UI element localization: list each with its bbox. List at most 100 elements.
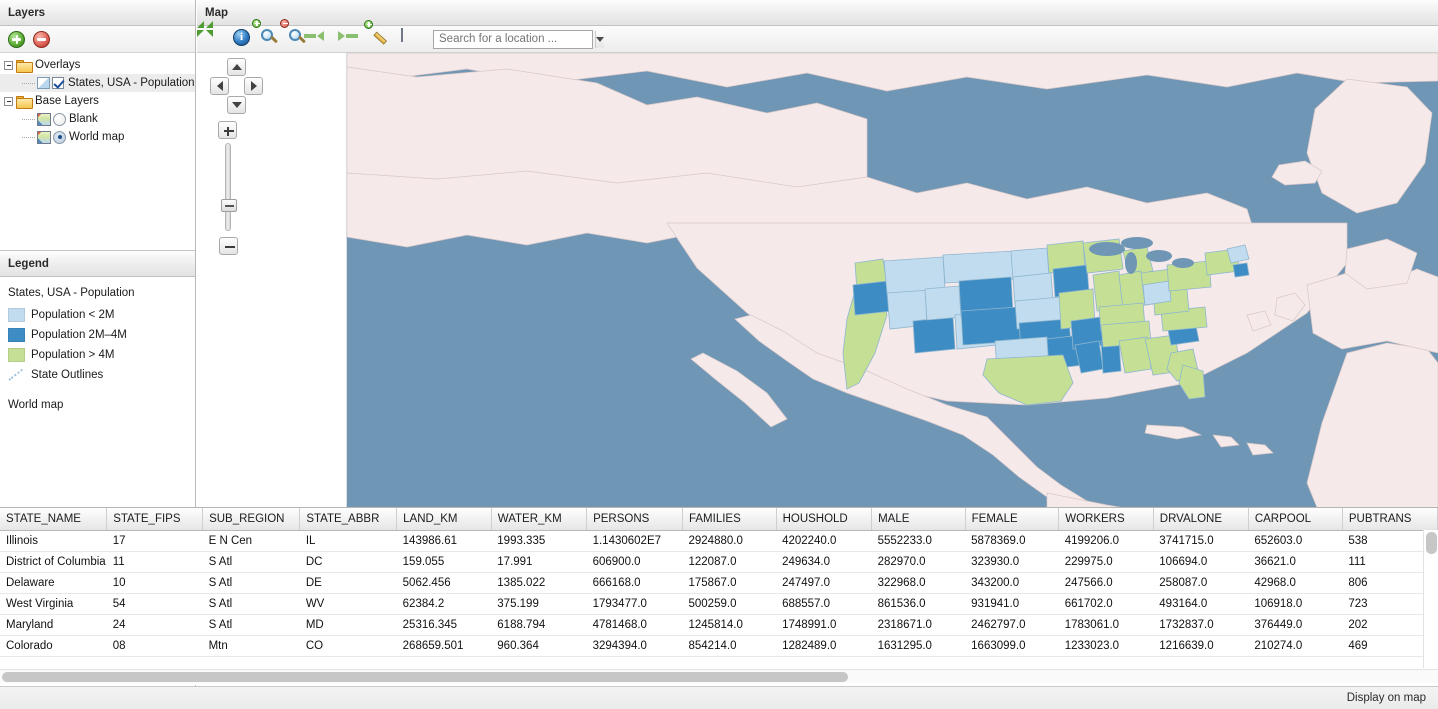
tree-node-base-layers[interactable]: Base Layers [0,92,195,110]
tree-node-label: World map [68,131,124,143]
legend-swatch-icon [8,308,25,322]
table-vertical-scrollbar[interactable] [1423,530,1438,668]
attribute-table[interactable]: STATE_NAME STATE_FIPS SUB_REGION STATE_A… [0,508,1438,657]
tree-node-blank[interactable]: Blank [0,110,195,128]
table-row[interactable]: West Virginia54S AtlWV62384.2375.1991793… [0,593,1438,614]
zoom-slider-track[interactable] [225,143,231,231]
table-horizontal-scrollbar[interactable] [0,669,1438,683]
tree-connector-icon [22,83,35,84]
zoom-in-button[interactable] [218,121,237,139]
pan-control[interactable] [210,58,264,112]
column-header-water-km[interactable]: WATER_KM [491,508,586,530]
table-cell: Mtn [203,635,300,656]
tree-node-overlays[interactable]: Overlays [0,56,195,74]
map-panel-title: Map [197,0,1438,26]
table-row[interactable]: Colorado08MtnCO268659.501960.3643294394.… [0,635,1438,656]
legend-basemap-label: World map [8,399,195,411]
tree-node-label: Overlays [34,59,80,71]
tree-node-world-map[interactable]: World map [0,128,195,146]
pan-down-button[interactable] [227,96,246,114]
table-cell: 08 [107,635,203,656]
table-cell: 688557.0 [776,593,872,614]
map-canvas[interactable] [347,53,1438,532]
display-on-map-label[interactable]: Display on map [1347,692,1426,704]
pan-left-button[interactable] [210,77,229,95]
basemap-radio-world-map[interactable] [53,131,66,144]
tree-node-states-usa-population[interactable]: States, USA - Population [0,74,195,92]
pan-up-button[interactable] [227,58,246,76]
table-body[interactable]: Illinois17E N CenIL143986.611993.3351.14… [0,530,1438,656]
column-header-houshold[interactable]: HOUSHOLD [776,508,872,530]
legend-item-pop-low: Population < 2M [8,305,195,325]
search-input[interactable] [434,31,595,48]
table-cell: 25316.345 [397,614,492,635]
table-cell: 210274.0 [1248,635,1342,656]
column-header-state-fips[interactable]: STATE_FIPS [107,508,203,530]
table-cell: 106694.0 [1153,551,1248,572]
location-search-combo[interactable] [433,30,593,49]
table-cell: 3741715.0 [1153,530,1248,551]
column-header-persons[interactable]: PERSONS [587,508,683,530]
table-cell: 5062.456 [397,572,492,593]
remove-layer-icon[interactable] [33,31,50,48]
state-arizona [913,317,955,353]
pan-right-button[interactable] [244,77,263,95]
table-vertical-scrollbar-thumb[interactable] [1426,532,1437,554]
chevron-down-icon[interactable] [595,31,604,48]
table-cell: 376449.0 [1248,614,1342,635]
map-panel: Map i [197,0,1438,506]
column-header-sub-region[interactable]: SUB_REGION [203,508,300,530]
map-layer-icon[interactable] [401,29,423,50]
column-header-state-abbr[interactable]: STATE_ABBR [300,508,397,530]
zoom-in-icon[interactable] [261,29,283,50]
add-layer-icon[interactable] [8,31,25,48]
map-side-strip [197,53,347,532]
table-row[interactable]: District of Columbia11S AtlDC159.05517.9… [0,551,1438,572]
collapse-icon[interactable] [4,61,13,70]
table-cell: Colorado [0,635,107,656]
zoom-slider[interactable] [218,121,240,256]
column-header-land-km[interactable]: LAND_KM [397,508,492,530]
column-header-families[interactable]: FAMILIES [683,508,777,530]
zoom-out-icon[interactable] [289,29,311,50]
column-header-drvalone[interactable]: DRVALONE [1153,508,1248,530]
zoom-slider-thumb[interactable] [221,199,237,212]
table-cell: 4202240.0 [776,530,872,551]
table-cell: S Atl [203,572,300,593]
previous-extent-icon[interactable] [317,29,339,50]
table-row[interactable]: Maryland24S AtlMD25316.3456188.794478146… [0,614,1438,635]
info-icon[interactable]: i [233,29,255,50]
table-row[interactable]: Illinois17E N CenIL143986.611993.3351.14… [0,530,1438,551]
table-cell: 375.199 [491,593,586,614]
table-cell: 249634.0 [776,551,872,572]
folder-icon [16,59,31,71]
table-row[interactable]: Delaware10S AtlDE5062.4561385.022666168.… [0,572,1438,593]
status-bar: Display on map [0,686,1438,709]
map-body [197,53,1438,532]
column-header-male[interactable]: MALE [872,508,966,530]
table-cell: 322968.0 [872,572,966,593]
table-horizontal-scrollbar-thumb[interactable] [2,672,848,682]
table-cell: 1631295.0 [872,635,966,656]
column-header-female[interactable]: FEMALE [965,508,1059,530]
next-extent-icon[interactable] [345,29,367,50]
attribute-table-scroller[interactable]: STATE_NAME STATE_FIPS SUB_REGION STATE_A… [0,508,1438,668]
column-header-workers[interactable]: WORKERS [1059,508,1154,530]
zoom-out-button[interactable] [219,237,238,255]
layer-visibility-checkbox[interactable] [52,77,64,89]
layers-tree[interactable]: Overlays States, USA - Population Base L… [0,53,195,251]
zoom-full-extent-icon[interactable] [205,29,227,50]
table-cell: 5552233.0 [872,530,966,551]
column-header-pubtrans[interactable]: PUBTRANS [1342,508,1437,530]
table-cell: CO [300,635,397,656]
collapse-icon[interactable] [4,97,13,106]
table-cell: 62384.2 [397,593,492,614]
world-map-graphic[interactable] [347,53,1438,532]
legend-item-state-outlines: State Outlines [8,365,195,385]
basemap-radio-blank[interactable] [53,113,66,126]
column-header-state-name[interactable]: STATE_NAME [0,508,107,530]
column-header-carpool[interactable]: CARPOOL [1248,508,1342,530]
measure-icon[interactable] [373,29,395,50]
legend-layer-title: States, USA - Population [8,287,195,299]
tree-node-label: Base Layers [34,95,99,107]
